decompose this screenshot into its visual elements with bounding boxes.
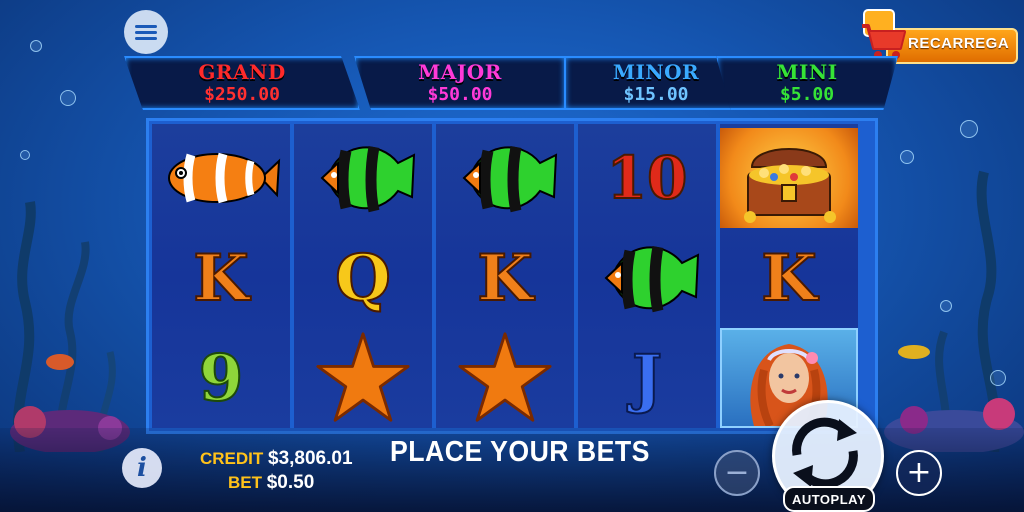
seaweed-left-decoration	[10, 201, 130, 452]
bubble	[20, 150, 30, 160]
bet-row: BET $0.50	[228, 472, 314, 494]
bubble	[900, 150, 914, 164]
recharge-button[interactable]: RECARREGA	[856, 6, 1018, 64]
symbol-text: J	[631, 340, 663, 417]
jackpot-mini-name: MINI	[776, 60, 838, 84]
symbol-10: 10	[578, 128, 716, 228]
bubble	[940, 300, 952, 312]
reel-1: K 9	[152, 124, 290, 428]
reel-2: Q	[294, 124, 432, 428]
symbol-text: K	[192, 240, 250, 317]
jackpot-major-name: MAJOR	[418, 60, 502, 84]
bet-label: BET	[228, 473, 262, 492]
bubble	[30, 40, 42, 52]
symbol-text: K	[476, 240, 534, 317]
angelfish-icon	[604, 245, 700, 313]
angelfish-icon	[462, 145, 558, 213]
credit-value: $3,806.01	[268, 448, 353, 469]
starfish-icon	[458, 332, 552, 422]
jackpot-grand-name: GRAND	[198, 60, 286, 84]
bubble	[960, 120, 978, 138]
clownfish-icon	[168, 152, 281, 204]
jackpot-mini-value: $5.00	[779, 84, 835, 105]
decrease-bet-button[interactable]: −	[714, 450, 760, 496]
symbol-text: K	[760, 240, 818, 317]
reel-grid: K 9 Q K 10 J K	[146, 118, 878, 434]
jackpot-grand: GRAND $250.00	[124, 56, 360, 110]
recharge-label: RECARREGA	[908, 35, 1010, 52]
symbol-9: 9	[152, 328, 290, 428]
jackpot-grand-value: $250.00	[204, 84, 280, 105]
hamburger-menu-icon	[135, 22, 157, 43]
info-icon: i	[137, 453, 147, 483]
reel-4: 10 J	[578, 124, 716, 428]
menu-button[interactable]	[124, 10, 168, 54]
credit-label: CREDIT	[200, 449, 264, 468]
symbol-treasure-chest	[720, 128, 858, 228]
symbol-angelfish	[436, 128, 574, 228]
status-message: PLACE YOUR BETS	[390, 436, 650, 468]
jackpot-mini: MINI $5.00	[716, 56, 898, 110]
symbol-j: J	[578, 328, 716, 428]
angelfish-icon	[320, 145, 416, 213]
symbol-text: 10	[606, 143, 689, 213]
reel-5: K	[720, 124, 858, 428]
jackpot-minor-value: $15.00	[623, 84, 689, 105]
symbol-text: 9	[198, 340, 245, 417]
symbol-starfish	[436, 328, 574, 428]
shopping-cart-icon	[862, 9, 906, 59]
jackpot-major-value: $50.00	[427, 84, 493, 105]
jackpot-major: MAJOR $50.00	[354, 56, 566, 110]
increase-bet-button[interactable]: +	[896, 450, 942, 496]
autoplay-button[interactable]: AUTOPLAY	[783, 486, 875, 512]
symbol-k: K	[152, 228, 290, 328]
symbol-starfish	[294, 328, 432, 428]
symbol-k: K	[436, 228, 574, 328]
starfish-icon	[316, 332, 410, 422]
symbol-clownfish	[152, 128, 290, 228]
bubble	[60, 90, 76, 106]
symbol-q: Q	[294, 228, 432, 328]
minus-icon: −	[724, 455, 750, 490]
reel-3: K	[436, 124, 574, 428]
symbol-angelfish	[294, 128, 432, 228]
symbol-text: Q	[334, 240, 392, 317]
bet-value: $0.50	[266, 472, 315, 493]
bubble	[990, 370, 1006, 386]
symbol-angelfish	[578, 228, 716, 328]
plus-icon: +	[906, 455, 932, 490]
symbol-k: K	[720, 228, 858, 328]
info-button[interactable]: i	[122, 448, 162, 488]
treasure-chest-icon	[744, 148, 836, 223]
credit-row: CREDIT $3,806.01	[200, 448, 353, 470]
